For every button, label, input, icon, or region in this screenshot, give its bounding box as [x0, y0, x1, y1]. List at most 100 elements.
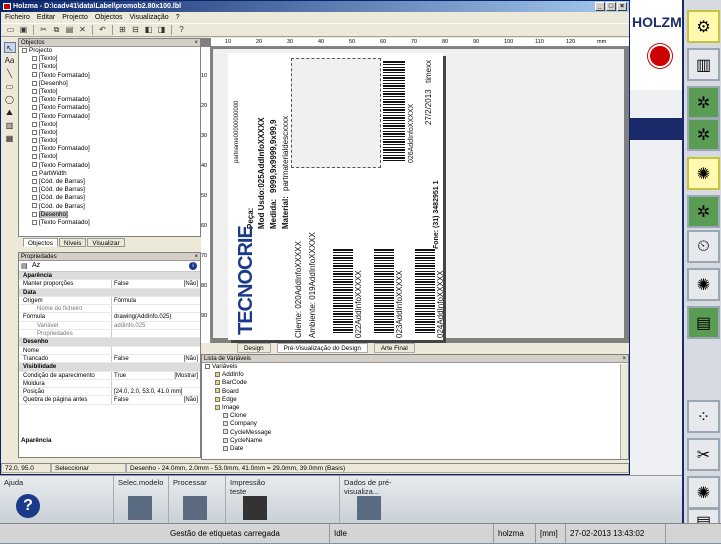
- property-value[interactable]: drawing(AddInfo.025): [111, 313, 200, 321]
- variable-item[interactable]: AddInfo: [205, 371, 628, 379]
- property-value[interactable]: [111, 305, 200, 313]
- rectangle-tool-icon[interactable]: ▭: [4, 81, 16, 92]
- label-preview[interactable]: partnarne00000000000 Peça: Mod Usdo:025A…: [228, 53, 445, 340]
- selection-frame[interactable]: [291, 58, 381, 168]
- cut-icon[interactable]: ✂: [38, 25, 49, 35]
- property-value[interactable]: False [Não]: [111, 280, 200, 288]
- variables-root[interactable]: Variáveis: [205, 363, 628, 371]
- barcode-tool-icon[interactable]: ▥: [4, 120, 16, 131]
- tree-item[interactable]: [Cód. de Barras]: [22, 178, 200, 186]
- machine-icon[interactable]: ⚙: [687, 10, 720, 43]
- property-row[interactable]: Condição de aparecimento True [Mostrar]: [19, 371, 200, 380]
- help-icon[interactable]: ?: [176, 25, 187, 35]
- select-model-button[interactable]: Selec.modelo: [113, 476, 167, 524]
- tree-item[interactable]: [Cód. de Barras]: [22, 203, 200, 211]
- tree-item[interactable]: [Desenho]: [22, 210, 200, 219]
- tree-item[interactable]: [Texto Formatado]: [22, 219, 200, 227]
- property-row[interactable]: Nome: [19, 346, 200, 355]
- tab-objectos[interactable]: Objectos: [23, 238, 58, 247]
- front-icon[interactable]: ◧: [143, 25, 154, 35]
- property-row[interactable]: Origem Fórmula: [19, 296, 200, 306]
- property-value[interactable]: Fórmula: [111, 296, 200, 305]
- tab-design[interactable]: Design: [237, 343, 271, 353]
- property-value[interactable]: [111, 379, 200, 388]
- close-icon[interactable]: ×: [622, 355, 626, 363]
- tree-item[interactable]: [Texto Formatado]: [22, 162, 200, 170]
- close-icon[interactable]: ×: [194, 253, 198, 261]
- close-button[interactable]: ×: [617, 2, 627, 11]
- menu-editar[interactable]: Editar: [37, 12, 55, 23]
- tree-item[interactable]: [Texto]: [22, 137, 200, 145]
- property-value[interactable]: False [Não]: [111, 396, 200, 404]
- menu-projecto[interactable]: Projecto: [62, 12, 88, 23]
- property-row[interactable]: Trancado False [Não]: [19, 354, 200, 364]
- tree-item[interactable]: Projecto: [22, 47, 200, 55]
- tree-item[interactable]: [Texto]: [22, 129, 200, 137]
- panel-icon[interactable]: ▥: [687, 48, 720, 81]
- tree-item[interactable]: [Texto Formatado]: [22, 104, 200, 112]
- info-icon[interactable]: i: [189, 262, 197, 270]
- blade-icon[interactable]: ✺: [687, 157, 720, 190]
- tree-item[interactable]: [Texto Formatado]: [22, 113, 200, 121]
- ellipse-tool-icon[interactable]: ◯: [4, 94, 16, 105]
- text-tool-icon[interactable]: Aa: [4, 55, 16, 66]
- menu-ficheiro[interactable]: Ficheiro: [5, 12, 30, 23]
- property-row[interactable]: Quebra de página antes False [Não]: [19, 396, 200, 405]
- property-value[interactable]: [111, 330, 200, 338]
- tree-item[interactable]: PartWidth: [22, 170, 200, 178]
- variable-item[interactable]: CycleMessage: [205, 429, 628, 437]
- tab-visualizar[interactable]: Visualizar: [87, 238, 125, 247]
- tree-item[interactable]: [Texto Formatado]: [22, 96, 200, 104]
- tree-item[interactable]: [Texto]: [22, 121, 200, 129]
- tree-item[interactable]: [Cód. de Barras]: [22, 194, 200, 202]
- stop-icon[interactable]: [648, 44, 672, 68]
- property-row[interactable]: Propriedades: [19, 330, 200, 339]
- property-row[interactable]: Variável addinfo.025: [19, 321, 200, 331]
- property-value[interactable]: [24.0, 2.0, 53.0, 41.0 mm]: [111, 388, 200, 396]
- tree-item[interactable]: [Texto]: [22, 153, 200, 161]
- help-button[interactable]: Ajuda ?: [0, 476, 62, 524]
- tree-item[interactable]: [Texto]: [22, 55, 200, 63]
- tab-final-art[interactable]: Arte Final: [373, 343, 415, 353]
- delete-icon[interactable]: ✕: [77, 25, 88, 35]
- variable-item[interactable]: Image: [205, 404, 628, 412]
- save-icon[interactable]: ▣: [18, 25, 29, 35]
- blade-settings-icon[interactable]: ✲: [687, 195, 720, 228]
- copy-icon[interactable]: ⧉: [51, 25, 62, 35]
- property-row[interactable]: Posição [24.0, 2.0, 53.0, 41.0 mm]: [19, 388, 200, 397]
- grid-icon[interactable]: ⁘: [687, 400, 720, 433]
- preview-data-button[interactable]: Dados de pré-visualiza...: [339, 476, 397, 524]
- tree-item[interactable]: [Desenho]: [22, 80, 200, 88]
- variable-item[interactable]: BarCode: [205, 379, 628, 387]
- close-icon[interactable]: ×: [194, 39, 198, 47]
- paste-icon[interactable]: ▤: [64, 25, 75, 35]
- image-tool-icon[interactable]: ⛰: [4, 107, 16, 118]
- tree-item[interactable]: [Cód. de Barras]: [22, 186, 200, 194]
- group-icon[interactable]: ⊞: [117, 25, 128, 35]
- tree-item[interactable]: [Texto Formatado]: [22, 145, 200, 153]
- saw-icon[interactable]: ✲: [687, 86, 720, 119]
- property-value[interactable]: [111, 346, 200, 354]
- design-canvas[interactable]: 10 20 30 40 50 60 70 80 90 100 110 120 mm 10 20 30 40 50…: [201, 38, 629, 349]
- menu-visualizacao[interactable]: Visualização: [130, 12, 169, 23]
- ungroup-icon[interactable]: ⊟: [130, 25, 141, 35]
- menu-objectos[interactable]: Objectos: [95, 12, 123, 23]
- select-tool-icon[interactable]: ↖: [3, 42, 16, 53]
- saw-settings-icon[interactable]: ✲: [687, 118, 720, 151]
- printer-icon[interactable]: ▤: [687, 306, 720, 339]
- property-value[interactable]: True [Mostrar]: [111, 371, 200, 379]
- property-row[interactable]: Moldura: [19, 379, 200, 389]
- variable-item[interactable]: Board: [205, 388, 628, 396]
- maximize-button[interactable]: □: [606, 2, 616, 11]
- tab-preview[interactable]: Pré-Visualização do Design: [276, 343, 368, 353]
- tree-item[interactable]: [Texto Formatado]: [22, 72, 200, 80]
- table-tool-icon[interactable]: ▦: [4, 133, 16, 144]
- variable-item[interactable]: Company: [205, 420, 628, 428]
- minimize-button[interactable]: _: [595, 2, 605, 11]
- new-icon[interactable]: ▭: [5, 25, 16, 35]
- variable-item[interactable]: Date: [205, 445, 628, 453]
- property-row[interactable]: Nome do ficheiro: [19, 305, 200, 314]
- back-icon[interactable]: ◨: [156, 25, 167, 35]
- service-icon[interactable]: ✺: [687, 476, 720, 509]
- measure-icon[interactable]: ⏲: [687, 230, 720, 263]
